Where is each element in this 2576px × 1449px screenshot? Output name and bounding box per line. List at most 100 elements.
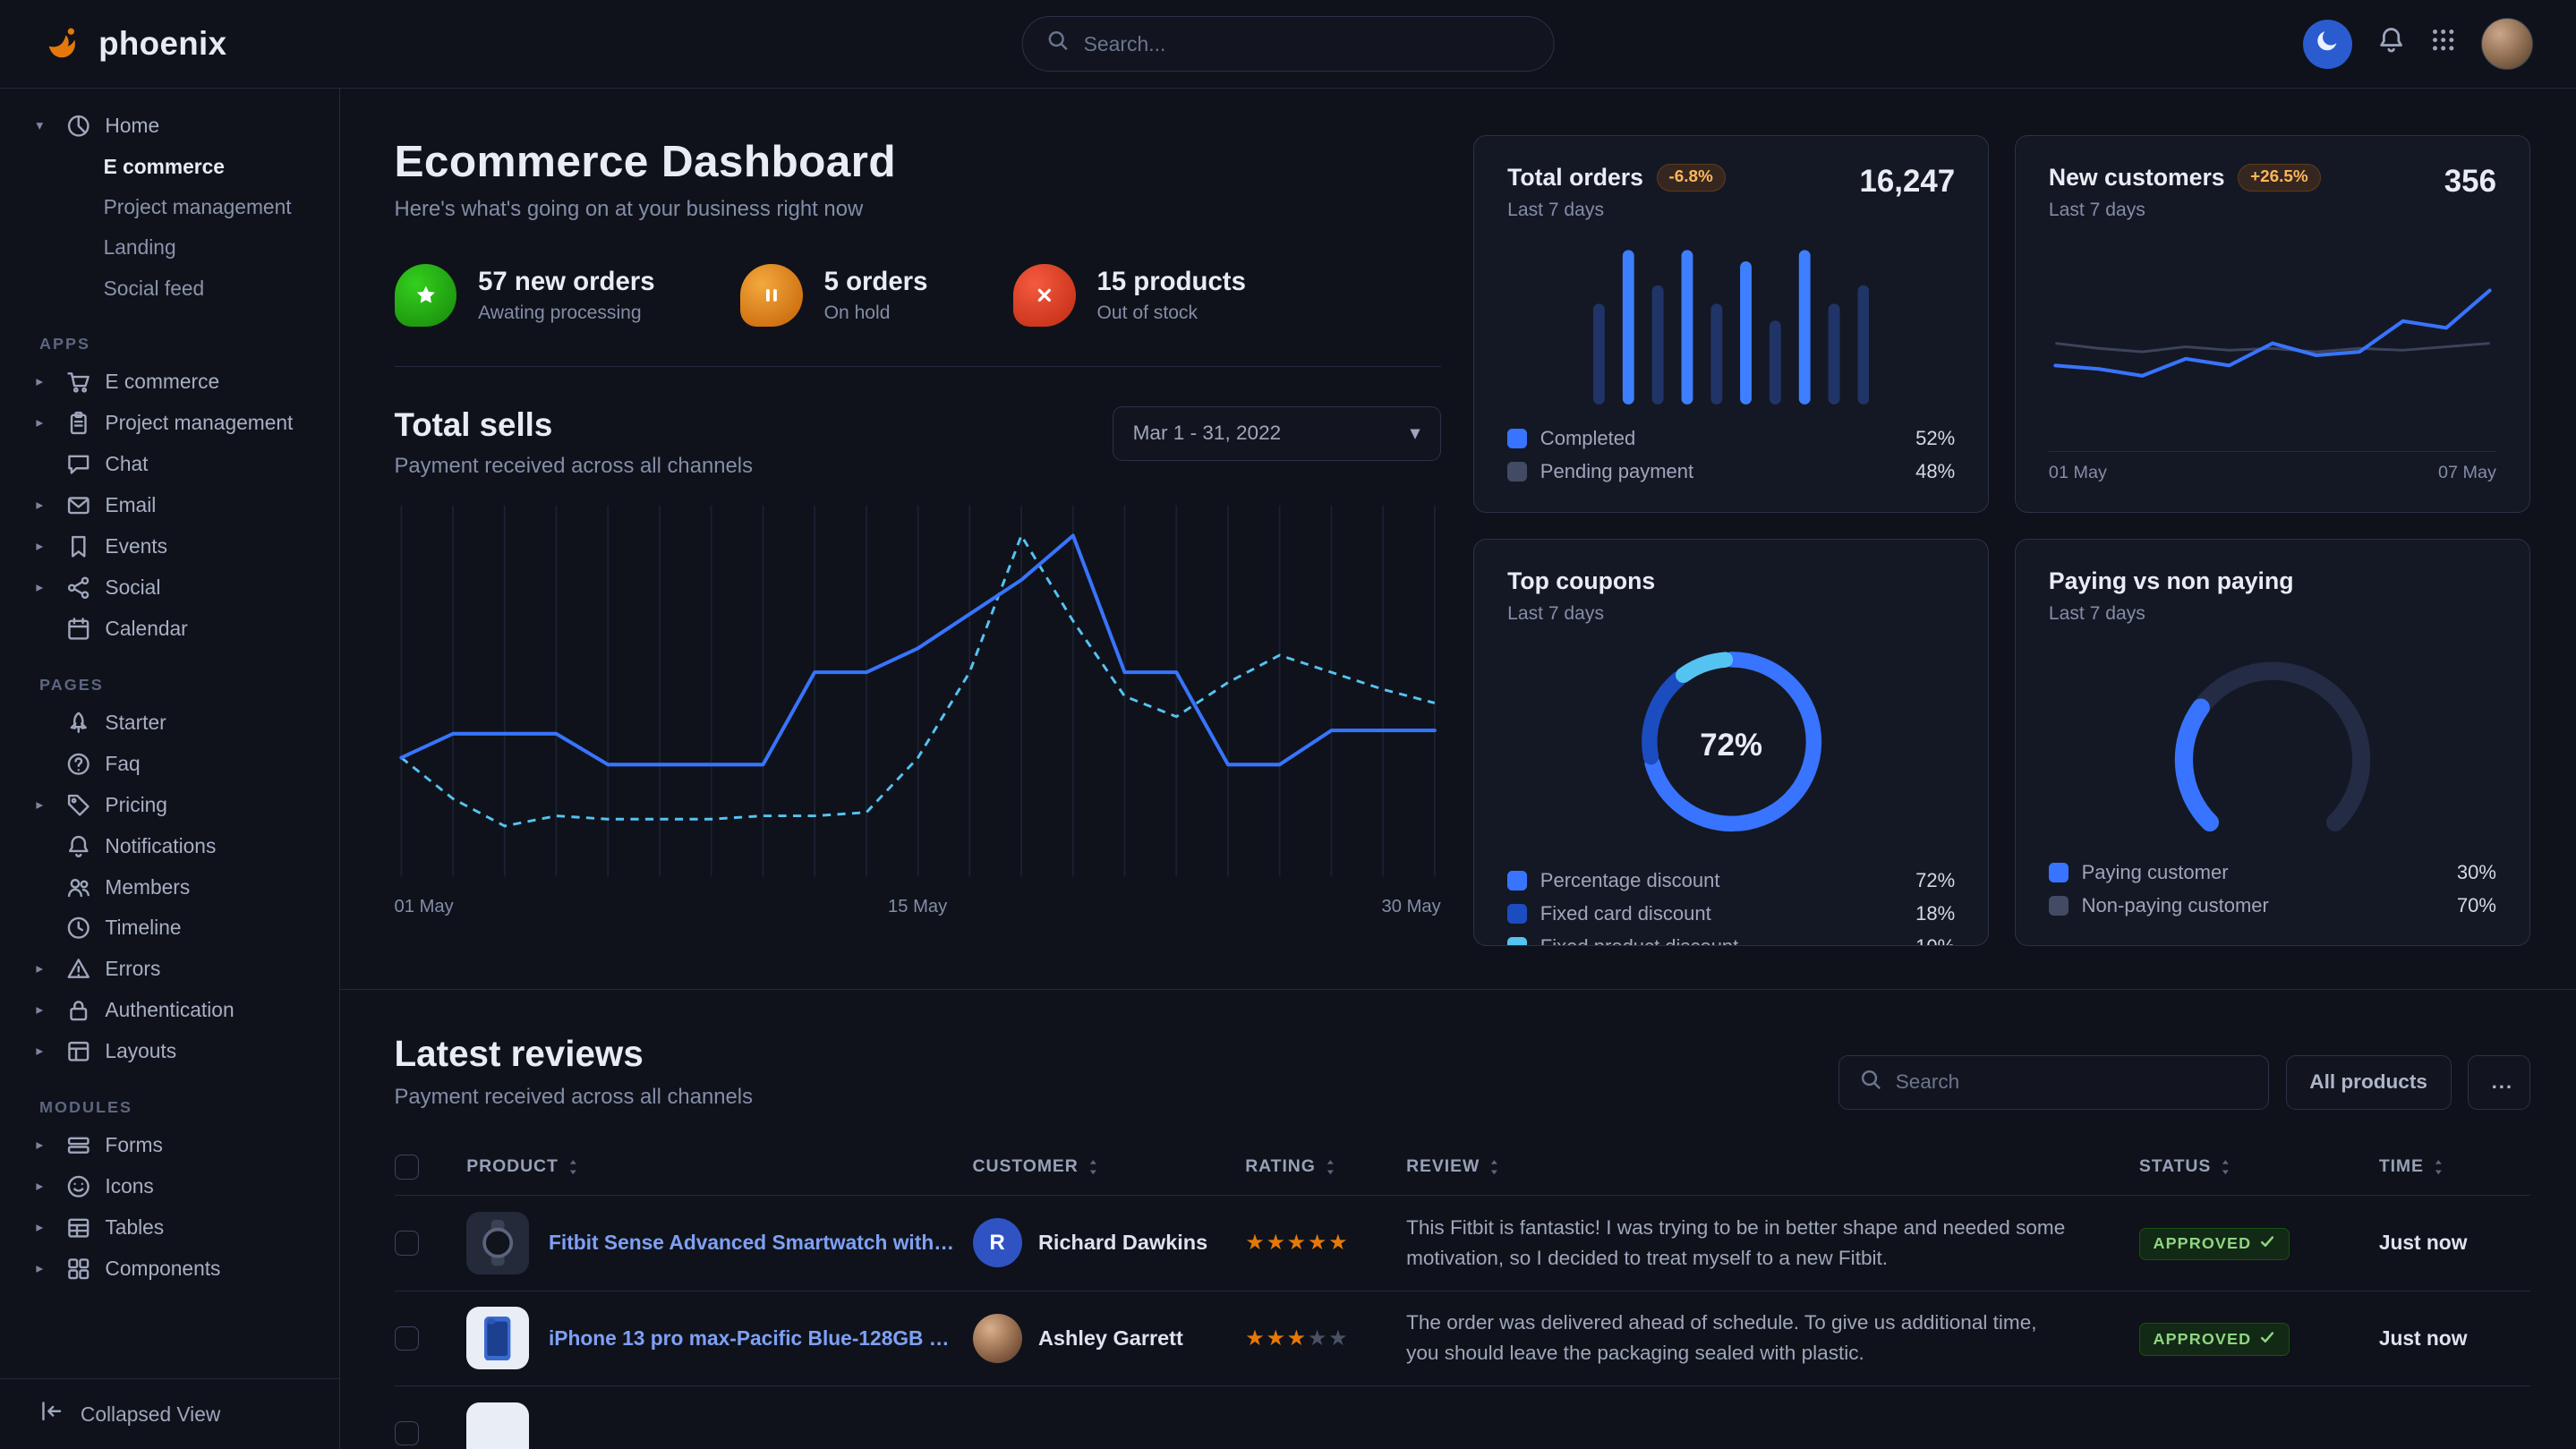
share-icon <box>65 575 91 601</box>
review-text: The order was delivered ahead of schedul… <box>1406 1308 2126 1368</box>
collapsed-view-toggle[interactable]: Collapsed View <box>0 1378 339 1449</box>
row-checkbox[interactable] <box>395 1421 420 1446</box>
global-search-input[interactable] <box>1084 32 1531 56</box>
sidebar-item-label: Forms <box>105 1133 162 1158</box>
sidebar-item-forms[interactable]: ▸Forms <box>0 1125 339 1166</box>
new-customers-period: Last 7 days <box>2049 200 2321 221</box>
section-divider <box>340 989 2576 990</box>
sidebar-item-timeline[interactable]: Timeline <box>0 908 339 949</box>
customer-avatar: R <box>973 1218 1022 1267</box>
sidebar-section-label: MODULES <box>0 1072 339 1126</box>
sidebar-item-chat[interactable]: Chat <box>0 444 339 485</box>
total-sells-subtitle: Payment received across all channels <box>395 454 754 479</box>
column-header-customer[interactable]: CUSTOMER <box>973 1156 1233 1177</box>
date-range-select[interactable]: Mar 1 - 31, 2022 ▾ <box>1113 406 1441 461</box>
sidebar-subitem-landing[interactable]: Landing <box>0 227 339 268</box>
reviews-search-input[interactable] <box>1896 1070 2249 1094</box>
legend-value: 48% <box>1915 460 1955 483</box>
tag-icon <box>65 793 91 818</box>
sidebar-item-e-commerce[interactable]: ▸E commerce <box>0 362 339 403</box>
sort-icon <box>1087 1159 1100 1175</box>
row-checkbox[interactable] <box>395 1231 420 1256</box>
brand-name: phoenix <box>98 25 226 63</box>
sidebar-item-label: Tables <box>105 1215 164 1240</box>
all-products-filter-button[interactable]: All products <box>2286 1055 2452 1110</box>
sidebar-item-social[interactable]: ▸Social <box>0 567 339 609</box>
chevron-right-icon: ▸ <box>36 411 52 436</box>
legend-value: 70% <box>2457 894 2496 917</box>
sidebar-subitem-project-management[interactable]: Project management <box>0 187 339 227</box>
sidebar-item-faq[interactable]: Faq <box>0 744 339 785</box>
top-coupons-title: Top coupons <box>1507 567 1655 595</box>
user-avatar[interactable] <box>2481 18 2534 71</box>
bookmark-icon <box>65 534 91 559</box>
theme-toggle-moon-icon[interactable] <box>2303 20 2352 69</box>
cart-icon <box>65 370 91 395</box>
sidebar-item-notifications[interactable]: Notifications <box>0 826 339 867</box>
sidebar-item-pricing[interactable]: ▸Pricing <box>0 785 339 826</box>
mail-icon <box>65 493 91 518</box>
review-row-3 <box>395 1385 2530 1449</box>
total-orders-period: Last 7 days <box>1507 200 1726 221</box>
customer-name: Richard Dawkins <box>1038 1231 1207 1255</box>
sidebar-item-tables[interactable]: ▸Tables <box>0 1207 339 1249</box>
more-actions-button[interactable]: ... <box>2468 1055 2530 1110</box>
warning-icon <box>65 957 91 982</box>
legend-row-paying-customer: Paying customer30% <box>2049 861 2496 884</box>
sidebar-item-label: Social <box>105 575 160 601</box>
sidebar-item-errors[interactable]: ▸Errors <box>0 949 339 990</box>
phoenix-logo[interactable]: phoenix <box>43 23 227 64</box>
sidebar-item-icons[interactable]: ▸Icons <box>0 1166 339 1207</box>
chevron-right-icon: ▸ <box>36 957 52 982</box>
sidebar-item-calendar[interactable]: Calendar <box>0 608 339 649</box>
customer-name: Ashley Garrett <box>1038 1326 1183 1351</box>
product-link[interactable]: Fitbit Sense Advanced Smartwatch with To… <box>549 1231 960 1255</box>
sidebar-item-components[interactable]: ▸Components <box>0 1249 339 1290</box>
main-content: Ecommerce Dashboard Here's what's going … <box>340 89 2576 1449</box>
legend-label: Pending payment <box>1540 460 1903 483</box>
sidebar-subitem-e-commerce[interactable]: E commerce <box>0 146 339 186</box>
sidebar-item-layouts[interactable]: ▸Layouts <box>0 1031 339 1072</box>
sidebar-item-project-management[interactable]: ▸Project management <box>0 403 339 444</box>
sidebar-item-email[interactable]: ▸Email <box>0 485 339 526</box>
row-checkbox[interactable] <box>395 1326 420 1351</box>
stat-out-of-stock: 15 productsOut of stock <box>1013 264 1246 327</box>
legend-row-non-paying-customer: Non-paying customer70% <box>2049 894 2496 917</box>
column-header-product[interactable]: PRODUCT <box>466 1156 960 1177</box>
select-all-checkbox[interactable] <box>395 1155 420 1180</box>
sidebar-subitem-social-feed[interactable]: Social feed <box>0 268 339 308</box>
column-header-rating[interactable]: RATING <box>1245 1156 1393 1177</box>
product-link[interactable]: iPhone 13 pro max-Pacific Blue-128GB sto… <box>549 1326 960 1351</box>
sidebar-item-starter[interactable]: Starter <box>0 703 339 744</box>
sidebar-item-home[interactable]: ▾Home <box>0 105 339 146</box>
column-header-time[interactable]: TIME <box>2379 1156 2530 1177</box>
page-subtitle: Here's what's going on at your business … <box>395 197 1441 222</box>
sidebar-item-events[interactable]: ▸Events <box>0 526 339 567</box>
legend-label: Fixed product discount <box>1540 935 1903 947</box>
chevron-right-icon: ▸ <box>36 534 52 559</box>
column-header-status[interactable]: STATUS <box>2139 1156 2366 1177</box>
clock-icon <box>65 916 91 941</box>
legend-swatch <box>1507 937 1527 947</box>
notifications-bell-icon[interactable] <box>2377 26 2405 61</box>
global-search[interactable] <box>1022 16 1555 72</box>
chevron-right-icon: ▸ <box>36 370 52 395</box>
bell-icon <box>65 834 91 859</box>
legend-label: Completed <box>1540 427 1903 450</box>
total-sells-x-labels: 01 May15 May30 May <box>395 897 1441 917</box>
navbar-actions <box>2303 18 2533 71</box>
apps-grid-icon[interactable] <box>2430 27 2456 60</box>
chevron-down-icon: ▾ <box>36 114 52 139</box>
kpi-cards-grid: Total orders -6.8% Last 7 days 16,247 Co… <box>1473 135 2529 947</box>
star-seal-icon <box>395 264 457 327</box>
sidebar-item-label: Chat <box>105 452 148 477</box>
reviews-search[interactable] <box>1838 1055 2269 1110</box>
search-icon <box>1859 1067 1882 1097</box>
clipboard-icon <box>65 411 91 436</box>
x-axis-label: 15 May <box>888 897 947 917</box>
sidebar-item-authentication[interactable]: ▸Authentication <box>0 990 339 1031</box>
column-header-review[interactable]: REVIEW <box>1406 1156 2126 1177</box>
sidebar-item-members[interactable]: Members <box>0 866 339 908</box>
page-title: Ecommerce Dashboard <box>395 135 1441 187</box>
rating-stars: ★★★★★ <box>1245 1230 1393 1256</box>
